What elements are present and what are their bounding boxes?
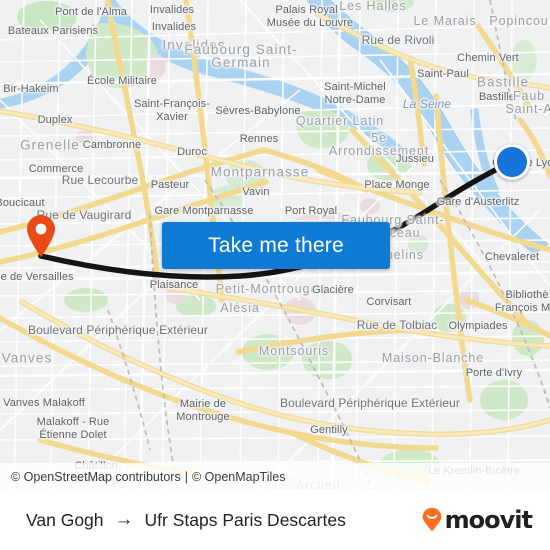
moovit-pin-icon	[421, 507, 443, 532]
moovit-logo[interactable]: moovit	[421, 506, 533, 534]
moovit-wordmark: moovit	[444, 506, 533, 534]
take-me-there-button[interactable]: Take me there	[162, 222, 390, 269]
footer-bar: Van Gogh → Ufr Staps Paris Descartes moo…	[0, 490, 550, 550]
route-summary: Van Gogh → Ufr Staps Paris Descartes	[26, 509, 346, 531]
map-attribution: © OpenStreetMap contributors | © OpenMap…	[0, 463, 550, 490]
arrow-icon: →	[114, 509, 134, 530]
origin-pin[interactable]	[25, 214, 57, 258]
destination-dot[interactable]	[494, 144, 530, 180]
attribution-osm[interactable]: © OpenStreetMap contributors	[11, 470, 181, 484]
attribution-tiles[interactable]: © OpenMapTiles	[192, 470, 286, 484]
map-canvas[interactable]: Pont de l'Alma Bateaux Parisiens Invalides…	[0, 0, 550, 490]
attribution-separator: |	[184, 469, 188, 484]
origin-label: Van Gogh	[26, 509, 104, 530]
destination-label: Ufr Staps Paris Descartes	[144, 509, 346, 530]
moovit-trip-screenshot: Pont de l'Alma Bateaux Parisiens Invalides…	[0, 0, 550, 550]
